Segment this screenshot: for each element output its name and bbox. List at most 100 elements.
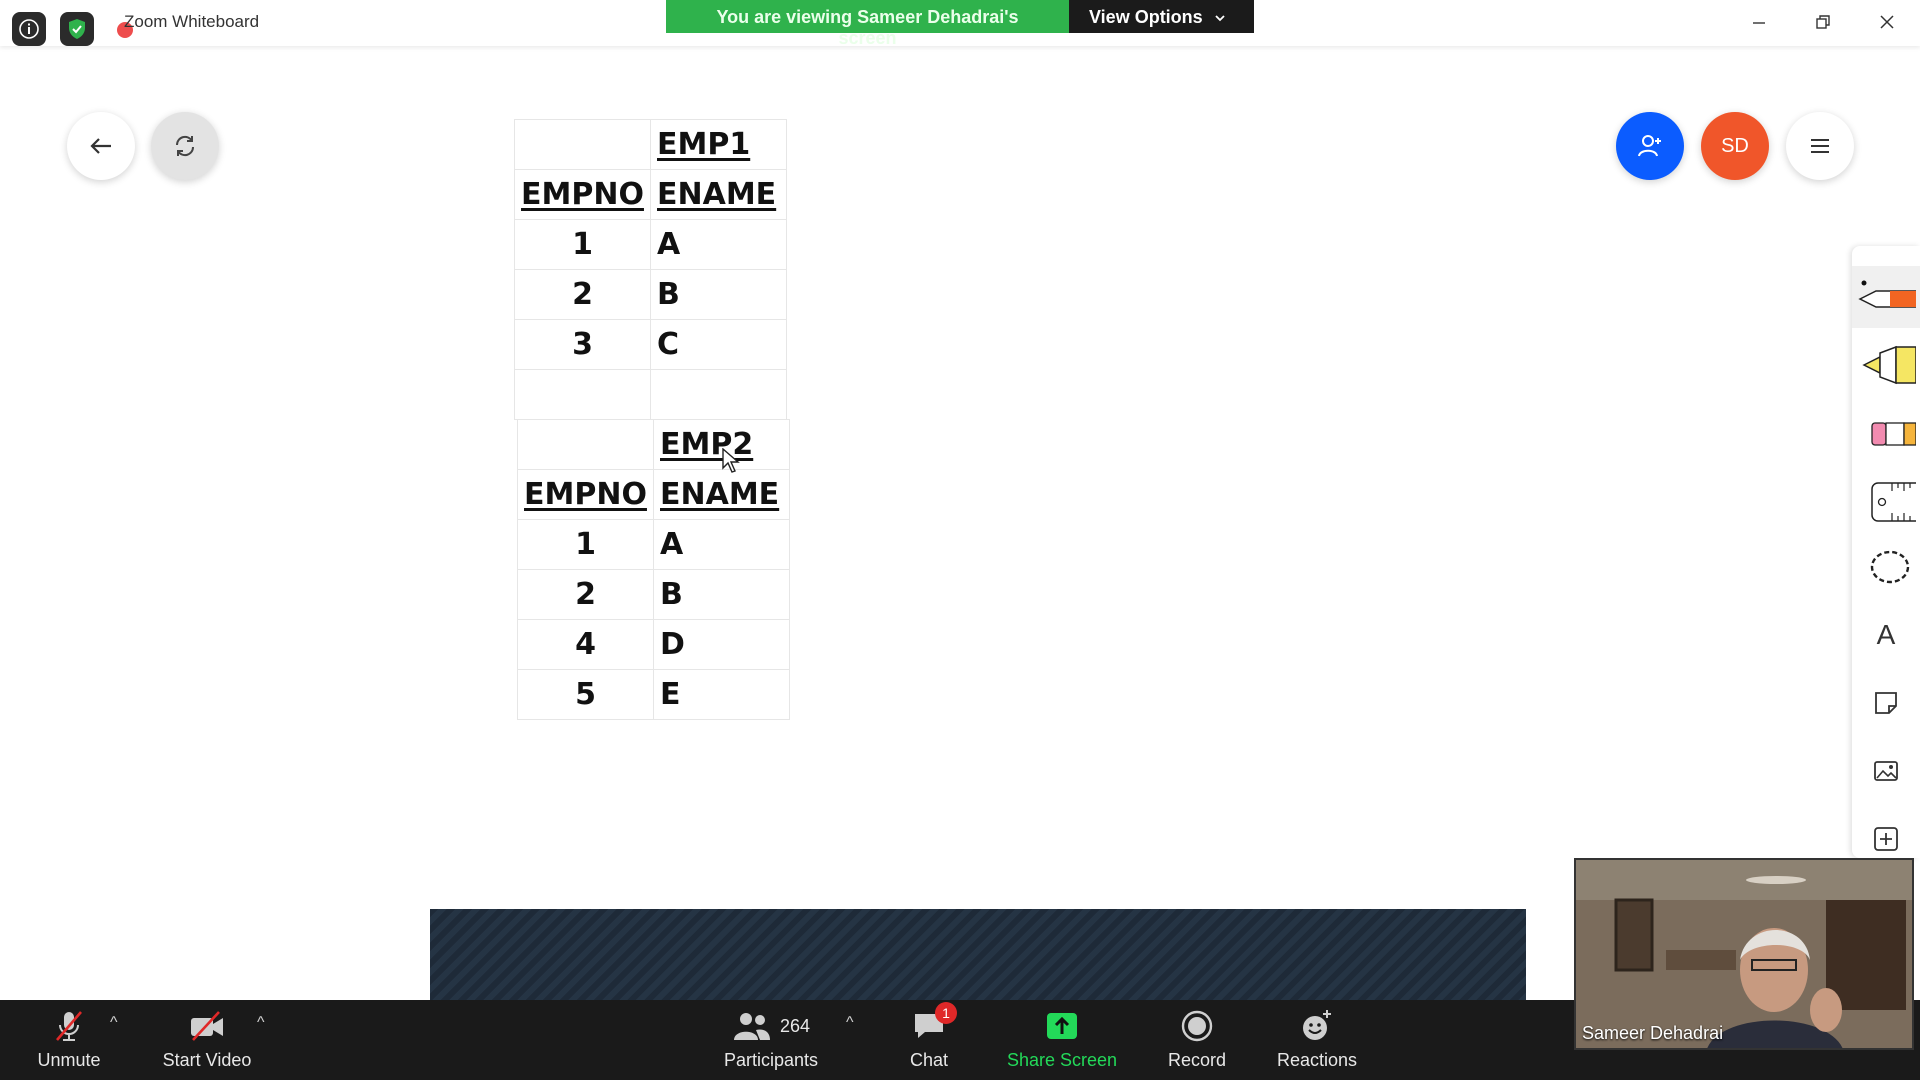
security-shield-icon[interactable] — [60, 12, 94, 46]
chevron-down-icon — [1215, 15, 1225, 22]
table-cell: A — [650, 219, 787, 270]
table-cell: A — [653, 519, 790, 570]
table-row: EMPNO ENAME — [517, 469, 790, 520]
highlighter-icon — [1862, 345, 1916, 385]
lasso-icon — [1870, 550, 1910, 584]
participant-count: 264 — [779, 1015, 811, 1036]
table-row: 4 D — [517, 619, 790, 670]
table-cell — [517, 419, 654, 470]
table-row: EMP1 — [514, 119, 787, 170]
table-cell: 2 — [514, 269, 651, 320]
audio-options-caret-icon[interactable]: ^ — [110, 1014, 118, 1032]
sync-button[interactable] — [151, 112, 219, 180]
close-icon — [1880, 15, 1894, 29]
participants-icon — [733, 1013, 770, 1040]
arrow-left-icon — [90, 138, 111, 154]
menu-button[interactable] — [1786, 112, 1854, 180]
minimize-icon — [1753, 22, 1765, 24]
table-cell: E — [653, 669, 790, 720]
table-cell: D — [653, 619, 790, 670]
ruler-tool[interactable] — [1852, 470, 1920, 532]
share-screen-icon — [1047, 1013, 1077, 1039]
sticky-note-tool[interactable] — [1852, 672, 1920, 734]
column-header: EMPNO — [514, 169, 651, 220]
emp2-table: EMP2 EMPNO ENAME 1 A 2 B 4 D 5 E — [517, 419, 790, 720]
minimize-button[interactable] — [1736, 6, 1782, 38]
table-title: EMP1 — [650, 119, 787, 170]
viewing-screen-text: You are viewing Sameer Dehadrai's screen — [666, 0, 1069, 48]
restore-icon — [1816, 15, 1830, 29]
unmute-label: Unmute — [37, 1050, 101, 1070]
pen-tool[interactable] — [1852, 266, 1920, 328]
shared-screen-bottom-strip — [430, 909, 1526, 1001]
eraser-tool[interactable] — [1852, 402, 1920, 464]
participant-name: Sameer Dehadrai — [1582, 1023, 1724, 1043]
table-row: 1 A — [517, 519, 790, 570]
video-options-caret-icon[interactable]: ^ — [257, 1014, 265, 1032]
mouse-cursor-icon — [722, 448, 740, 473]
table-cell — [650, 369, 787, 420]
table-cell — [514, 369, 651, 420]
text-tool[interactable]: A — [1852, 604, 1920, 666]
chat-button[interactable]: 1 Chat — [884, 1002, 974, 1080]
window-title: Zoom Whiteboard — [124, 12, 260, 31]
table-cell: 1 — [517, 519, 654, 570]
reactions-smiley-icon — [1303, 1010, 1331, 1040]
table-row: 2 B — [517, 569, 790, 620]
table-row: 2 B — [514, 269, 787, 320]
participants-label: Participants — [723, 1050, 819, 1070]
start-video-label: Start Video — [162, 1050, 252, 1070]
column-header: ENAME — [650, 169, 787, 220]
table-cell: 2 — [517, 569, 654, 620]
table-cell: 1 — [514, 219, 651, 270]
record-button[interactable]: Record — [1152, 1008, 1242, 1080]
record-label: Record — [1167, 1050, 1227, 1070]
restore-button[interactable] — [1800, 6, 1846, 38]
zoom-window: Zoom Whiteboard You are viewing Sameer D… — [0, 0, 1920, 1080]
table-cell: B — [650, 269, 787, 320]
table-cell: 5 — [517, 669, 654, 720]
table-cell: 4 — [517, 619, 654, 670]
sticky-note-icon — [1875, 692, 1897, 714]
reactions-button[interactable]: Reactions — [1272, 1008, 1362, 1080]
avatar[interactable]: SD — [1701, 112, 1769, 180]
record-icon — [1181, 1010, 1213, 1042]
sync-icon — [175, 135, 195, 157]
title-bar: Zoom Whiteboard You are viewing Sameer D… — [0, 0, 1920, 48]
view-options-button[interactable]: View Options — [1069, 0, 1254, 33]
column-header: ENAME — [653, 469, 790, 520]
table-cell — [514, 119, 651, 170]
text-tool-glyph: A — [1876, 619, 1896, 650]
share-screen-button[interactable]: Share Screen — [1002, 1008, 1122, 1080]
user-add-icon — [1638, 135, 1661, 157]
close-button[interactable] — [1864, 6, 1910, 38]
microphone-muted-icon — [56, 1011, 82, 1041]
table-cell: 3 — [514, 319, 651, 370]
participant-video[interactable]: Sameer Dehadrai — [1574, 858, 1914, 1050]
image-tool[interactable] — [1852, 740, 1920, 802]
hamburger-icon — [1811, 139, 1829, 153]
column-header: EMPNO — [517, 469, 654, 520]
share-user-button[interactable] — [1616, 112, 1684, 180]
participants-options-caret-icon[interactable]: ^ — [846, 1014, 854, 1032]
table-row: 3 C — [514, 319, 787, 370]
start-video-button[interactable]: Start Video — [152, 1008, 262, 1080]
lasso-tool[interactable] — [1852, 538, 1920, 600]
back-button[interactable] — [67, 112, 135, 180]
video-feed-image — [1576, 860, 1912, 1048]
pen-icon — [1858, 280, 1916, 308]
table-cell: B — [653, 569, 790, 620]
chat-badge: 1 — [935, 1002, 957, 1024]
reactions-label: Reactions — [1276, 1050, 1358, 1070]
participants-button[interactable]: 264 Participants — [716, 1008, 826, 1080]
table-row: 5 E — [517, 669, 790, 720]
screen-share-banner: You are viewing Sameer Dehadrai's screen… — [666, 0, 1254, 48]
table-row: EMPNO ENAME — [514, 169, 787, 220]
table-row: 1 A — [514, 219, 787, 270]
highlighter-tool[interactable] — [1852, 334, 1920, 396]
info-icon[interactable] — [12, 12, 46, 46]
unmute-button[interactable]: Unmute — [24, 1008, 114, 1080]
chat-label: Chat — [909, 1050, 949, 1070]
whiteboard-toolbar: A — [1852, 246, 1920, 858]
view-options-label: View Options — [1089, 7, 1203, 27]
